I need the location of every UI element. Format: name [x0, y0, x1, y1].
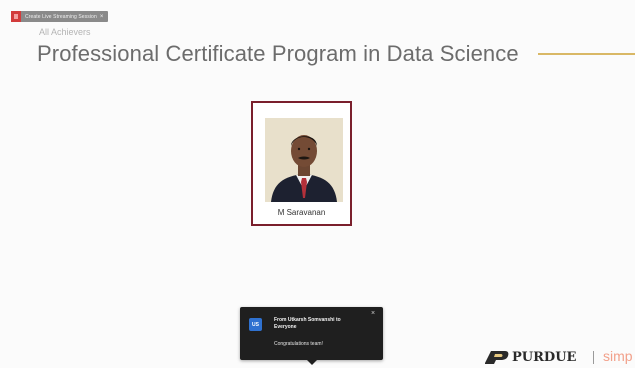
app-logo-icon — [11, 11, 21, 22]
achiever-name: M Saravanan — [277, 208, 326, 217]
purdue-label: PURDUE — [512, 350, 577, 365]
title-rule — [538, 53, 635, 55]
chat-notification[interactable]: US From Utkarsh Somvanshi to Everyone Co… — [240, 307, 383, 365]
page-title: Professional Certificate Program in Data… — [37, 41, 519, 66]
session-tab[interactable]: Create Live Streaming Session × — [11, 11, 109, 22]
session-tab-label: Create Live Streaming Session — [25, 13, 97, 20]
purdue-logo: PURDUE — [483, 350, 576, 365]
tab-close-icon[interactable]: × — [100, 14, 104, 20]
sender-avatar: US — [249, 318, 262, 331]
notification-sender: From Utkarsh Somvanshi to Everyone — [274, 317, 341, 330]
logo-divider — [593, 351, 594, 364]
person-portrait-icon — [265, 118, 343, 202]
achiever-card[interactable]: M Saravanan — [251, 101, 352, 226]
partner-logo-text: simp — [603, 348, 633, 364]
notification-close-icon[interactable]: × — [371, 310, 375, 317]
achiever-photo — [265, 118, 343, 202]
breadcrumb[interactable]: All Achievers — [39, 27, 91, 37]
purdue-p-icon — [485, 351, 509, 364]
notification-message: Congratulations team! — [274, 341, 323, 347]
